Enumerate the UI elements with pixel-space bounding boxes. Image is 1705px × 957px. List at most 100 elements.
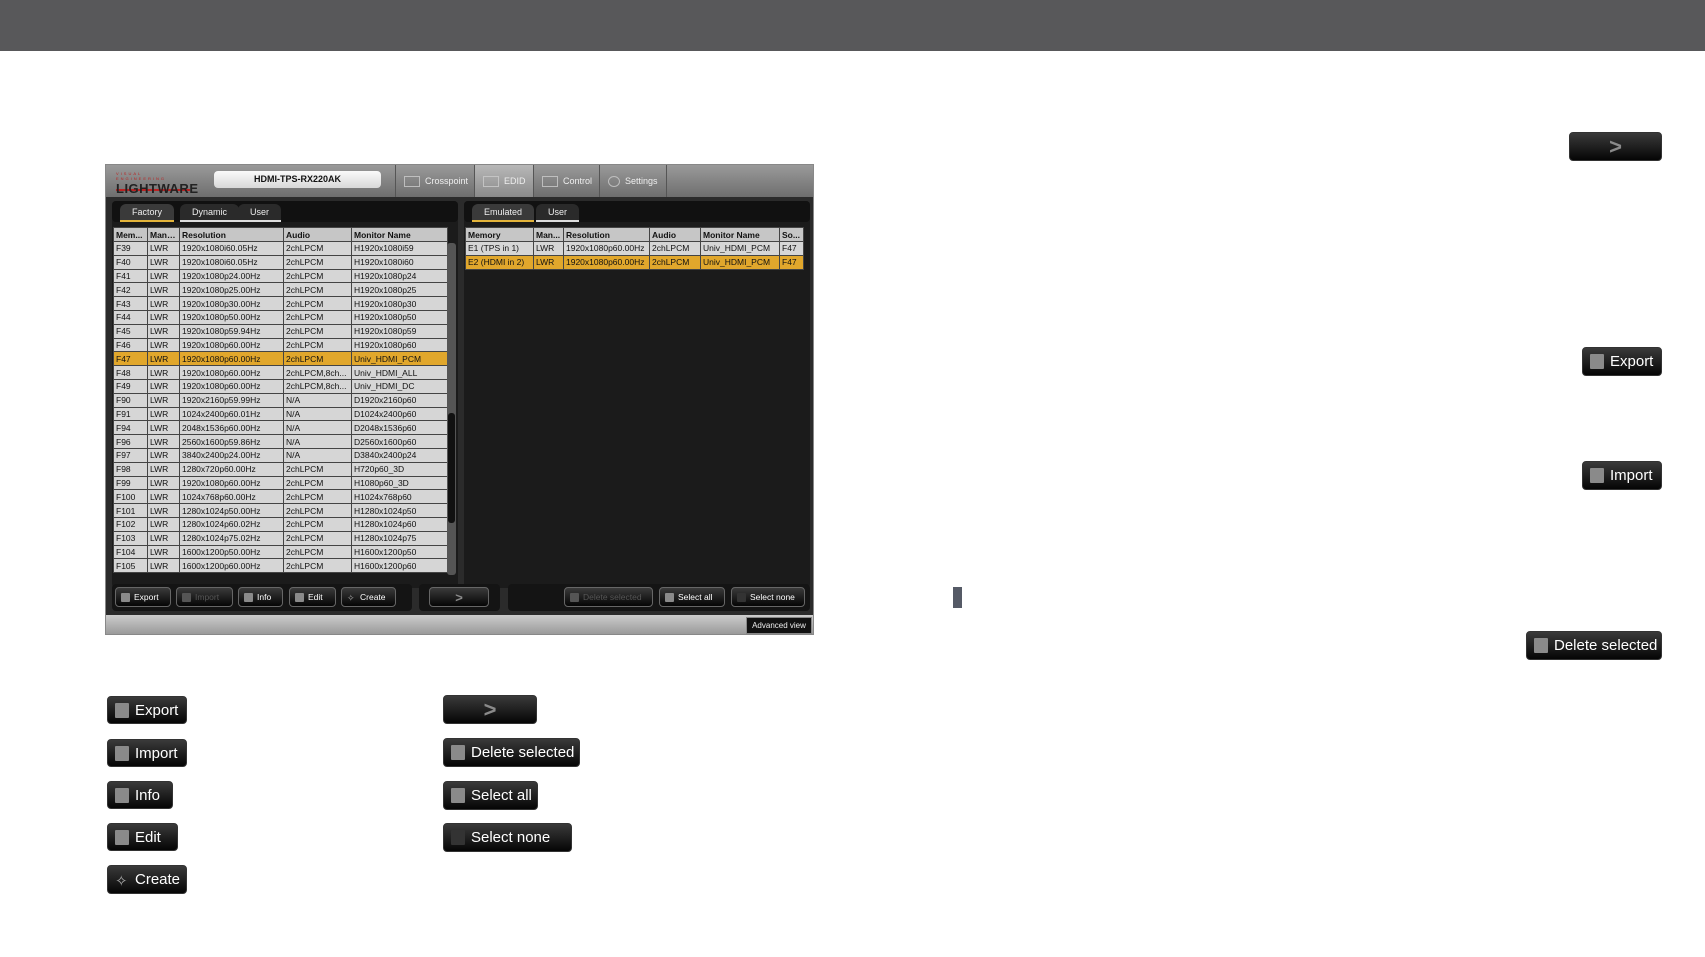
subtab-dynamic[interactable]: Dynamic <box>180 204 240 222</box>
table-row[interactable]: F97 LWR 3840x2400p24.00Hz N/A D3840x2400p24 <box>113 447 448 463</box>
table-row[interactable]: F46 LWR 1920x1080p60.00Hz 2chLPCM H1920x1080… <box>113 337 448 353</box>
column-header[interactable]: Audio <box>649 227 701 242</box>
table-cell: H1280x1024p60 <box>351 516 448 532</box>
info-icon <box>115 787 129 803</box>
table-cell: F98 <box>113 461 148 477</box>
table-cell: F39 <box>113 241 148 256</box>
column-header[interactable]: Manu... <box>147 227 180 242</box>
table-cell: H1920x1080p24 <box>351 268 448 284</box>
table-cell: 2chLPCM <box>283 461 352 477</box>
table-cell: D1024x2400p60 <box>351 406 448 422</box>
table-cell: LWR <box>147 461 180 477</box>
column-header[interactable]: Monitor Name <box>700 227 780 242</box>
column-header[interactable]: Audio <box>283 227 352 242</box>
select-all-icon <box>451 788 465 803</box>
table-cell: 2chLPCM <box>283 337 352 353</box>
legend-create-button: ✧ Create <box>107 865 187 894</box>
table-row[interactable]: F94 LWR 2048x1536p60.00Hz N/A D2048x1536p60 <box>113 420 448 436</box>
subtab-user[interactable]: User <box>536 204 580 222</box>
column-header[interactable]: Resolution <box>179 227 284 242</box>
select-none-button[interactable]: Select none <box>731 587 805 607</box>
table-row[interactable]: F102 LWR 1280x1024p60.02Hz 2chLPCM H1280x102… <box>113 516 448 532</box>
column-header[interactable]: Mem... <box>113 227 148 242</box>
table-row[interactable]: F45 LWR 1920x1080p59.94Hz 2chLPCM H1920x1080… <box>113 323 448 339</box>
table-cell: 1920x1080p60.00Hz <box>179 365 284 380</box>
create-button[interactable]: ✧ Create <box>341 587 396 607</box>
emulated-subtabs: Emulated User <box>464 201 810 222</box>
table-row[interactable]: F98 LWR 1280x720p60.00Hz 2chLPCM H720p60_3D <box>113 461 448 477</box>
table-row[interactable]: F100 LWR 1024x768p60.00Hz 2chLPCM H1024x768p… <box>113 489 448 505</box>
tab-edid[interactable]: EDID <box>474 165 533 197</box>
transfer-arrow-button[interactable]: > <box>429 587 489 607</box>
legend-select-all-button: Select all <box>443 781 538 810</box>
table-cell: 1920x1080i60.05Hz <box>179 241 284 256</box>
table-cell: LWR <box>147 406 180 422</box>
table-cell: 1280x720p60.00Hz <box>179 461 284 477</box>
table-row[interactable]: F104 LWR 1600x1200p50.00Hz 2chLPCM H1600x120… <box>113 544 448 560</box>
info-button[interactable]: Info <box>238 587 283 607</box>
folder-icon <box>182 592 191 602</box>
library-scrollbar[interactable] <box>447 243 456 575</box>
subtab-factory[interactable]: Factory <box>120 204 175 222</box>
table-row[interactable]: E2 (HDMI in 2) LWR 1920x1080p60.00Hz 2chLPC… <box>465 254 804 270</box>
table-cell: LWR <box>147 475 180 491</box>
table-cell: F44 <box>113 309 148 325</box>
table-cell: 1920x1080p60.00Hz <box>179 475 284 491</box>
table-cell: LWR <box>147 268 180 284</box>
table-row[interactable]: F42 LWR 1920x1080p25.00Hz 2chLPCM H1920x1080… <box>113 282 448 298</box>
table-cell: F99 <box>113 475 148 491</box>
table-row[interactable]: F39 LWR 1920x1080i60.05Hz 2chLPCM H1920x1080… <box>113 241 448 256</box>
column-header[interactable]: Monitor Name <box>351 227 448 242</box>
subtab-emulated[interactable]: Emulated <box>472 204 535 222</box>
tab-crosspoint[interactable]: Crosspoint <box>395 165 474 197</box>
column-header[interactable]: Memory <box>465 227 534 242</box>
export-button[interactable]: Export <box>115 587 171 607</box>
floppy-icon <box>121 592 130 602</box>
table-row[interactable]: F99 LWR 1920x1080p60.00Hz 2chLPCM H1080p60_3… <box>113 475 448 491</box>
import-button[interactable]: Import <box>176 587 233 607</box>
scrollbar-thumb[interactable] <box>448 413 455 523</box>
table-cell: H1024x768p60 <box>351 489 448 505</box>
table-cell: LWR <box>147 489 180 505</box>
subtab-user[interactable]: User <box>238 204 282 222</box>
column-header[interactable]: So... <box>779 227 804 242</box>
table-cell: N/A <box>283 392 352 408</box>
device-name-field[interactable]: HDMI-TPS-RX220AK <box>214 171 381 188</box>
column-header[interactable]: Resolution <box>563 227 650 242</box>
table-row[interactable]: F91 LWR 1024x2400p60.01Hz N/A D1024x2400p60 <box>113 406 448 422</box>
table-row[interactable]: F103 LWR 1280x1024p75.02Hz 2chLPCM H1280x102… <box>113 530 448 546</box>
table-row[interactable]: F90 LWR 1920x2160p59.99Hz N/A D1920x2160p60 <box>113 392 448 408</box>
advanced-view-button[interactable]: Advanced view <box>746 617 812 634</box>
table-row[interactable]: F48 LWR 1920x1080p60.00Hz 2chLPCM,8ch... Uni… <box>113 365 448 380</box>
delete-selected-button[interactable]: Delete selected <box>564 587 653 607</box>
table-row[interactable]: F105 LWR 1600x1200p60.00Hz 2chLPCM H1600x120… <box>113 558 448 574</box>
table-row[interactable]: F40 LWR 1920x1080i60.05Hz 2chLPCM H1920x1080… <box>113 254 448 270</box>
table-cell: N/A <box>283 420 352 436</box>
emulated-edid-table: Memory Man... Resolution Audio Monitor Name S… <box>465 227 804 270</box>
tab-settings[interactable]: Settings <box>599 165 667 197</box>
text-marker <box>953 587 962 608</box>
table-row[interactable]: F47 LWR 1920x1080p60.00Hz 2chLPCM Univ_HDMI_… <box>113 351 448 367</box>
table-cell: F105 <box>113 558 148 574</box>
column-header[interactable]: Man... <box>533 227 564 242</box>
monitor-icon <box>483 175 499 187</box>
page-top-bar <box>0 0 1705 51</box>
table-cell: F96 <box>113 434 148 449</box>
table-cell: 2chLPCM,8ch... <box>283 365 352 380</box>
table-row[interactable]: F41 LWR 1920x1080p24.00Hz 2chLPCM H1920x1080… <box>113 268 448 284</box>
table-cell: F91 <box>113 406 148 422</box>
table-row[interactable]: F96 LWR 2560x1600p59.86Hz N/A D2560x1600p60 <box>113 434 448 449</box>
table-cell: Univ_HDMI_PCM <box>351 351 448 367</box>
select-all-button[interactable]: Select all <box>659 587 725 607</box>
table-cell: H1920x1080p30 <box>351 296 448 311</box>
table-row[interactable]: F101 LWR 1280x1024p50.00Hz 2chLPCM H1280x102… <box>113 503 448 518</box>
table-cell: LWR <box>147 447 180 463</box>
table-cell: H720p60_3D <box>351 461 448 477</box>
table-row[interactable]: F49 LWR 1920x1080p60.00Hz 2chLPCM,8ch... Uni… <box>113 378 448 394</box>
table-row[interactable]: F43 LWR 1920x1080p30.00Hz 2chLPCM H1920x1080… <box>113 296 448 311</box>
edit-button[interactable]: Edit <box>289 587 336 607</box>
table-row[interactable]: E1 (TPS in 1) LWR 1920x1080p60.00Hz 2chLPCM… <box>465 241 804 256</box>
table-cell: 2chLPCM <box>649 254 701 270</box>
table-row[interactable]: F44 LWR 1920x1080p50.00Hz 2chLPCM H1920x1080… <box>113 309 448 325</box>
tab-control[interactable]: Control <box>533 165 599 197</box>
